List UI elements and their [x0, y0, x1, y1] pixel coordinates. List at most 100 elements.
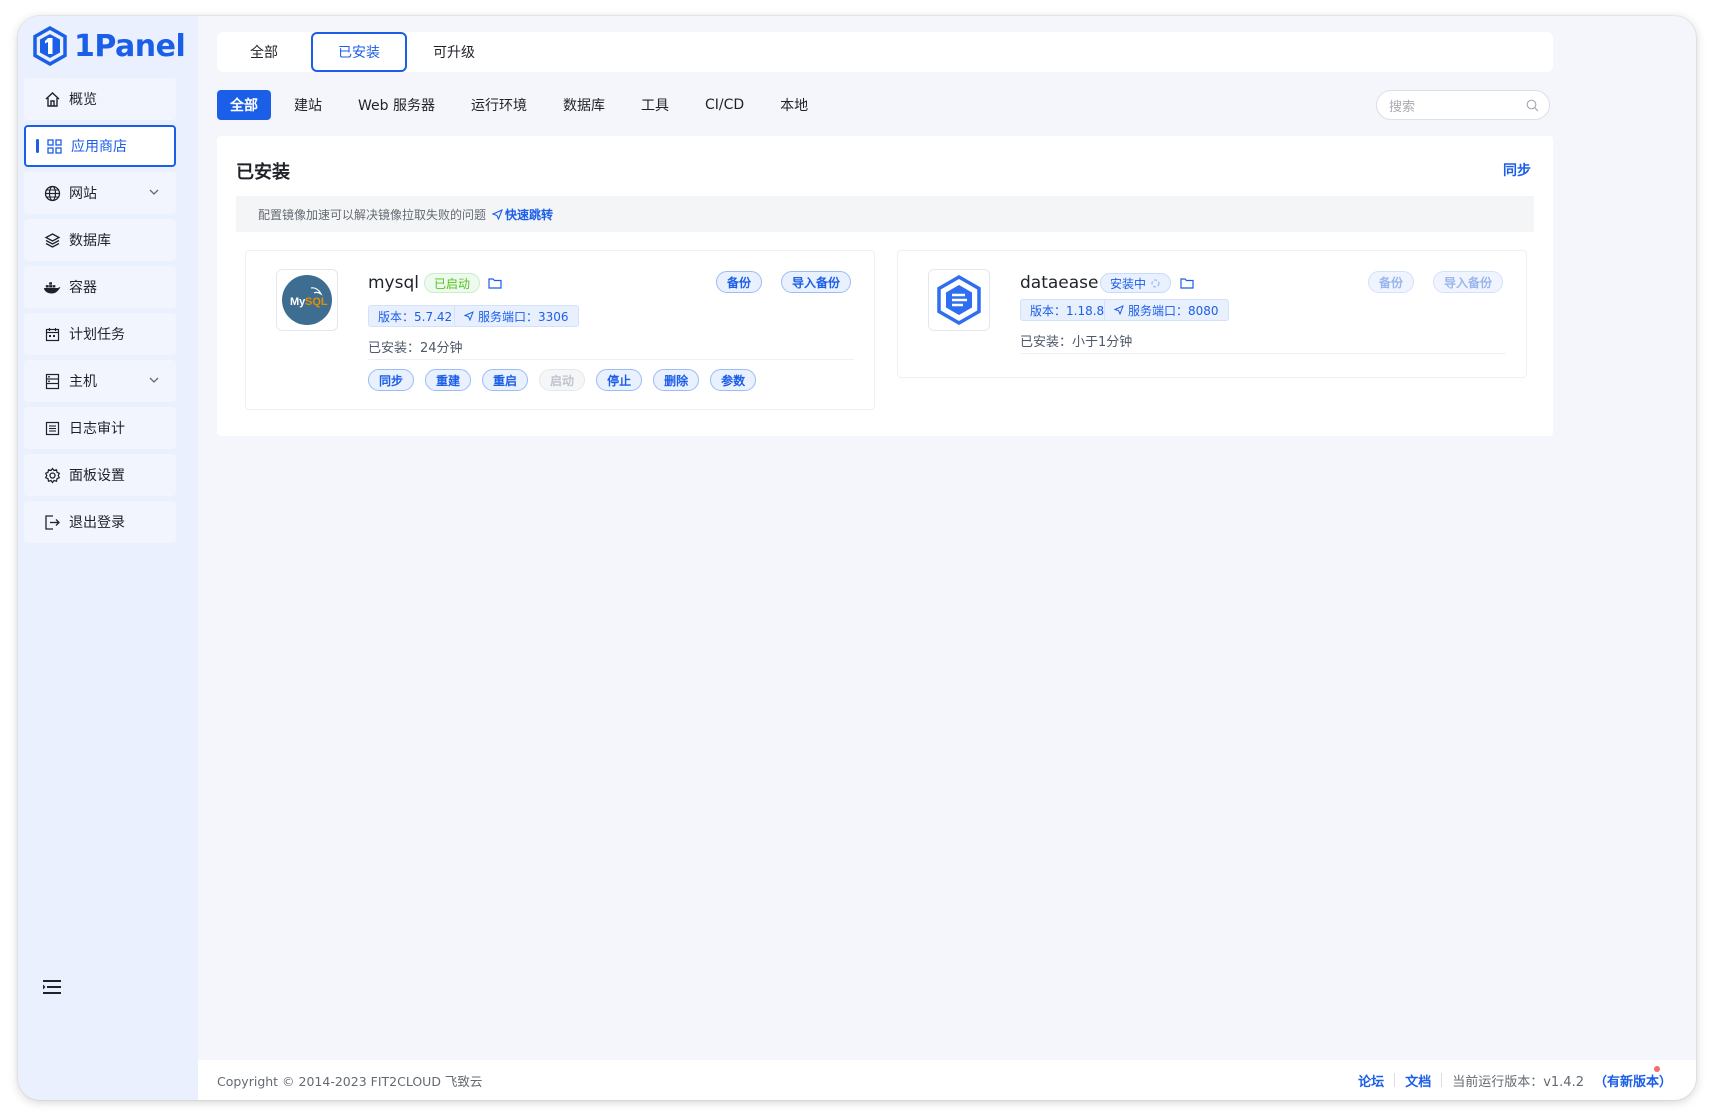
divider	[1020, 353, 1506, 354]
app-card-dataease: dataease 安装中 备份 导入备份 版本：1.18.8 服务端口：8080…	[897, 250, 1527, 378]
port-text: 服务端口：3306	[478, 309, 569, 324]
logout-icon	[43, 513, 61, 531]
home-icon	[43, 90, 61, 108]
category-database[interactable]: 数据库	[550, 90, 618, 120]
app-card-mysql: My SQL mysql 已启动 备份 导入备份 版本：5.7.42 服务端口：…	[245, 250, 875, 410]
sidebar-item-website[interactable]: 网站	[24, 172, 176, 214]
status-text: 安装中	[1110, 276, 1147, 291]
search-input[interactable]: 搜索	[1376, 90, 1550, 120]
update-dot	[1654, 1066, 1660, 1072]
sidebar-item-label: 数据库	[69, 233, 111, 249]
divider	[1441, 1073, 1443, 1087]
app-window: 1Panel 概览 应用商店 网站 数据库 容器 计划任务 主机 日志审计 面板…	[18, 16, 1696, 1100]
installed-value: 小于1分钟	[1072, 335, 1133, 350]
category-runtime[interactable]: 运行环境	[458, 90, 540, 120]
sidebar-item-label: 退出登录	[69, 515, 125, 531]
divider	[368, 359, 854, 360]
import-backup-button[interactable]: 导入备份	[1433, 271, 1504, 293]
backup-button[interactable]: 备份	[716, 271, 763, 293]
search-icon[interactable]	[1526, 99, 1539, 112]
layers-icon	[43, 231, 61, 249]
backup-button[interactable]: 备份	[1368, 271, 1415, 293]
forum-link[interactable]: 论坛	[1358, 1071, 1384, 1090]
sidebar-item-cron[interactable]: 计划任务	[24, 313, 176, 355]
sidebar-item-label: 计划任务	[69, 327, 125, 343]
category-local[interactable]: 本地	[767, 90, 821, 120]
1panel-logo-icon	[33, 26, 67, 66]
chevron-down-icon	[149, 189, 159, 195]
sidebar-item-database[interactable]: 数据库	[24, 219, 176, 261]
docs-link[interactable]: 文档	[1405, 1071, 1431, 1090]
delete-button[interactable]: 删除	[653, 369, 700, 391]
menu-collapse-icon[interactable]	[42, 978, 62, 996]
sidebar-item-container[interactable]: 容器	[24, 266, 176, 308]
sidebar-item-label: 应用商店	[71, 139, 127, 155]
category-all[interactable]: 全部	[217, 90, 271, 120]
main-content: 全部 已安装 可升级 全部 建站 Web 服务器 运行环境 数据库 工具 CI/…	[198, 16, 1696, 1100]
rebuild-button[interactable]: 重建	[425, 369, 472, 391]
category-cicd[interactable]: CI/CD	[692, 90, 757, 120]
copyright: Copyright © 2014-2023 FIT2CLOUD 飞致云	[217, 1073, 483, 1089]
gear-icon	[43, 466, 61, 484]
app-icon	[928, 269, 990, 331]
tab-installed[interactable]: 已安装	[311, 32, 407, 72]
sidebar-item-logs[interactable]: 日志审计	[24, 407, 176, 449]
port-tag: 服务端口：3306	[454, 305, 579, 327]
mysql-logo-icon: My SQL	[282, 275, 332, 325]
quick-jump-label: 快速跳转	[505, 207, 554, 222]
version-tag: 版本：5.7.42	[368, 305, 463, 327]
send-icon	[464, 311, 474, 321]
version-label: 当前运行版本：v1.4.2	[1452, 1074, 1584, 1090]
version-text: 版本：1.18.8	[1030, 303, 1105, 318]
category-tools[interactable]: 工具	[628, 90, 682, 120]
version-tag: 版本：1.18.8	[1020, 299, 1115, 321]
sidebar-item-label: 面板设置	[69, 468, 125, 484]
installed-time: 已安装：24分钟	[368, 337, 463, 356]
footer: Copyright © 2014-2023 FIT2CLOUD 飞致云 论坛 文…	[198, 1060, 1696, 1100]
port-text: 服务端口：8080	[1128, 303, 1219, 318]
loading-spinner-icon	[1151, 278, 1160, 288]
folder-icon[interactable]	[1180, 277, 1194, 289]
installed-time: 已安装：小于1分钟	[1020, 331, 1132, 350]
svg-text:SQL: SQL	[305, 296, 328, 308]
docker-icon	[43, 278, 61, 296]
dataease-logo-icon	[937, 275, 981, 325]
installed-label: 已安装：	[1020, 335, 1073, 350]
start-button[interactable]: 启动	[539, 369, 586, 391]
log-icon	[43, 419, 61, 437]
tab-upgradable[interactable]: 可升级	[407, 32, 501, 72]
sidebar-item-label: 概览	[69, 92, 97, 108]
installed-label: 已安装：	[368, 341, 421, 356]
footer-links: 论坛 文档 当前运行版本：v1.4.2 （有新版本）	[1358, 1060, 1672, 1100]
app-actions: 同步 重建 重启 启动 停止 删除 参数	[368, 369, 757, 391]
status-badge: 安装中	[1100, 273, 1172, 293]
brand-logo[interactable]: 1Panel	[32, 24, 186, 68]
sidebar-item-overview[interactable]: 概览	[24, 78, 176, 120]
installed-panel: 已安装 同步 配置镜像加速可以解决镜像拉取失败的问题 快速跳转 My SQL m…	[217, 136, 1553, 436]
stop-button[interactable]: 停止	[596, 369, 643, 391]
sidebar-item-host[interactable]: 主机	[24, 360, 176, 402]
sidebar-item-logout[interactable]: 退出登录	[24, 501, 176, 543]
port-tag: 服务端口：8080	[1104, 299, 1229, 321]
globe-icon	[43, 184, 61, 202]
sidebar-item-settings[interactable]: 面板设置	[24, 454, 176, 496]
new-version-link[interactable]: （有新版本）	[1594, 1071, 1672, 1090]
import-backup-button[interactable]: 导入备份	[781, 271, 852, 293]
category-web-server[interactable]: Web 服务器	[345, 90, 448, 120]
brand-name: 1Panel	[74, 28, 186, 64]
restart-button[interactable]: 重启	[482, 369, 529, 391]
sync-button[interactable]: 同步	[1503, 160, 1531, 180]
sidebar-item-label: 网站	[69, 186, 97, 202]
sync-action-button[interactable]: 同步	[368, 369, 415, 391]
version-text: 版本：5.7.42	[378, 309, 453, 324]
svg-text:My: My	[290, 296, 306, 308]
chevron-down-icon	[149, 377, 159, 383]
folder-icon[interactable]	[488, 277, 502, 289]
sidebar-item-app-store[interactable]: 应用商店	[24, 125, 176, 167]
app-icon: My SQL	[276, 269, 338, 331]
tab-all[interactable]: 全部	[217, 32, 311, 72]
send-icon	[492, 208, 503, 220]
params-button[interactable]: 参数	[710, 369, 757, 391]
category-website[interactable]: 建站	[281, 90, 335, 120]
quick-jump-link[interactable]: 快速跳转	[492, 206, 553, 223]
